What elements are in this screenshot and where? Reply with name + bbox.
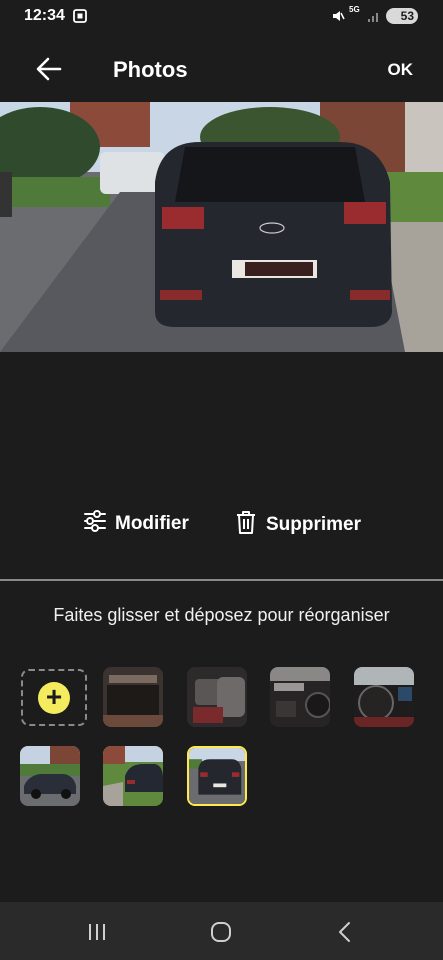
photo-actions: Modifier Supprimer (0, 505, 443, 541)
arrow-left-icon[interactable] (34, 54, 64, 84)
photo-thumbnail[interactable] (103, 667, 163, 727)
photo-preview (0, 102, 443, 352)
delete-button[interactable]: Supprimer (234, 509, 361, 541)
battery-icon: 53 (386, 8, 418, 24)
modify-label: Modifier (115, 513, 189, 534)
ok-button[interactable]: OK (388, 60, 414, 80)
modify-button[interactable]: Modifier (83, 509, 189, 539)
recent-apps-icon[interactable] (85, 920, 109, 944)
photo-thumbnail-selected[interactable] (187, 746, 247, 806)
mute-icon (331, 9, 345, 28)
network-label: 5G (349, 5, 360, 14)
photo-thumbnail[interactable] (270, 667, 330, 727)
status-time: 12:34 (24, 7, 65, 24)
back-icon[interactable] (334, 920, 358, 944)
preview-empty-area (0, 352, 443, 502)
add-photo-button[interactable]: + (21, 669, 87, 726)
photo-thumbnail[interactable] (20, 746, 80, 806)
divider (0, 579, 443, 581)
trash-icon (234, 509, 266, 541)
reorder-hint: Faites glisser et déposez pour réorganis… (53, 605, 390, 625)
page-title: Photos (113, 57, 188, 82)
photo-thumbnail[interactable] (354, 667, 414, 727)
plus-icon: + (38, 682, 70, 714)
header: Photos OK (0, 34, 443, 102)
photo-thumbnail[interactable] (103, 746, 163, 806)
photo-thumbnail[interactable] (187, 667, 247, 727)
status-bar: 12:34 5G 53 (0, 0, 443, 34)
screenshot-icon (73, 9, 87, 23)
system-navigation-bar (0, 902, 443, 960)
delete-label: Supprimer (266, 514, 362, 535)
home-icon[interactable] (209, 920, 233, 944)
sliders-icon (83, 509, 115, 539)
signal-icon (367, 9, 381, 28)
